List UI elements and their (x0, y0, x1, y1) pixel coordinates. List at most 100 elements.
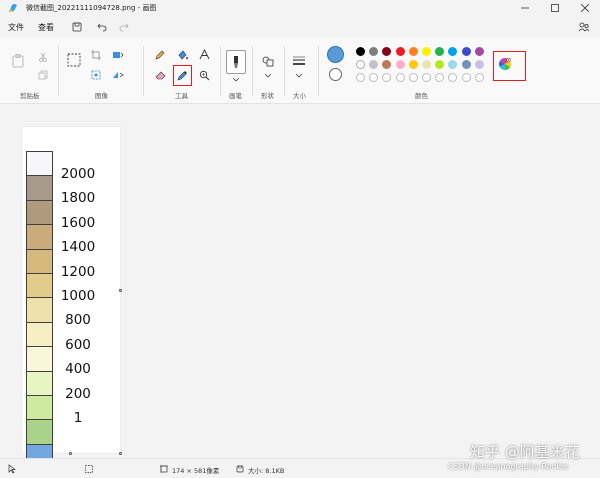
palette-swatch[interactable] (395, 47, 405, 56)
rotate-button[interactable] (111, 68, 125, 82)
palette-swatch[interactable] (408, 73, 418, 82)
brushes-button[interactable] (226, 50, 246, 74)
watermark-csdn: CSDN @oceanography-Rookie (448, 462, 569, 471)
palette-swatch[interactable] (395, 60, 405, 69)
legend-label: 1600 (60, 214, 96, 231)
crop-icon (91, 50, 101, 60)
divider (318, 46, 319, 96)
menu-view[interactable]: 查看 (38, 22, 54, 33)
eraser-tool[interactable] (153, 68, 167, 82)
palette-swatch[interactable] (382, 73, 392, 82)
paste-button[interactable] (10, 52, 26, 70)
palette-swatch[interactable] (408, 47, 418, 56)
divider (220, 46, 221, 96)
cut-button[interactable] (36, 50, 50, 64)
brushes-dropdown[interactable] (229, 76, 243, 84)
cursor-icon (8, 464, 16, 474)
ribbon: 剪贴板 图像 工具 画笔 形状 大小 颜色 (0, 38, 600, 104)
legend-label: 800 (65, 312, 91, 329)
fill-tool[interactable] (175, 48, 189, 62)
legend-cell (26, 248, 53, 273)
maximize-button[interactable] (540, 0, 570, 16)
divider (58, 46, 59, 96)
save-icon (72, 22, 82, 32)
secondary-color-swatch[interactable] (329, 68, 342, 81)
palette-swatch[interactable] (422, 60, 431, 69)
save-button[interactable] (70, 20, 84, 34)
select-button[interactable] (66, 52, 82, 68)
legend-cell (26, 297, 53, 322)
group-label-colors: 颜色 (415, 92, 428, 100)
image-ai-button[interactable] (89, 68, 103, 82)
pencil-tool[interactable] (153, 48, 167, 62)
workspace: 2000 1800 1600 1400 1200 1000 800 600 400 200 1 (0, 104, 600, 469)
palette-swatch[interactable] (448, 73, 458, 82)
size-button[interactable] (292, 54, 306, 68)
palette-swatch[interactable] (356, 60, 365, 69)
copy-icon (38, 70, 48, 80)
group-label-shapes: 形状 (261, 92, 274, 100)
clipboard-icon (12, 54, 24, 68)
close-button[interactable] (570, 0, 600, 16)
window-title: 微信截图_20221111094728.png - 画图 (26, 4, 157, 12)
line-weight-icon (293, 56, 305, 65)
palette-swatch[interactable] (474, 47, 484, 56)
chevron-down-icon (296, 74, 302, 78)
paint-bucket-icon (178, 50, 188, 60)
drawing-canvas[interactable]: 2000 1800 1600 1400 1200 1000 800 600 400 200 1 (22, 127, 120, 469)
legend-label: 1 (73, 410, 83, 426)
color-picker-highlight (173, 65, 192, 86)
palette-swatch[interactable] (448, 47, 458, 56)
palette-swatch[interactable] (382, 60, 392, 69)
undo-button[interactable] (95, 20, 109, 34)
palette-swatch[interactable] (356, 47, 365, 56)
resize-button[interactable] (111, 48, 125, 62)
primary-color-swatch[interactable] (327, 46, 344, 63)
canvas-resize-handle-bottom[interactable] (69, 452, 72, 455)
canvas-resize-handle-corner[interactable] (119, 452, 122, 455)
palette-swatch[interactable] (369, 60, 379, 69)
palette-swatch[interactable] (435, 60, 445, 69)
legend-label: 1400 (60, 239, 96, 256)
palette-swatch[interactable] (474, 60, 484, 69)
copy-button[interactable] (36, 68, 50, 82)
group-label-image: 图像 (95, 92, 108, 100)
size-dropdown[interactable] (292, 72, 306, 80)
minimize-button[interactable] (510, 0, 540, 16)
canvas-size-icon (160, 465, 168, 473)
palette-swatch[interactable] (461, 47, 471, 56)
legend-cell (26, 346, 53, 371)
text-icon (199, 48, 209, 59)
palette-swatch[interactable] (461, 60, 471, 69)
legend-cell (26, 321, 53, 347)
canvas-resize-handle-right[interactable] (119, 289, 122, 292)
palette-swatch[interactable] (382, 47, 392, 56)
legend-cell (26, 394, 53, 420)
legend-label: 400 (65, 361, 91, 378)
text-tool[interactable] (197, 47, 211, 61)
eraser-icon (155, 71, 165, 80)
crop-button[interactable] (89, 48, 103, 62)
palette-swatch[interactable] (369, 47, 379, 56)
palette-swatch[interactable] (408, 60, 418, 69)
pencil-icon (155, 50, 165, 60)
palette-swatch[interactable] (474, 73, 484, 82)
shapes-dropdown[interactable] (261, 72, 275, 80)
palette-swatch[interactable] (369, 73, 379, 82)
shapes-button[interactable] (261, 54, 275, 68)
divider (143, 46, 144, 96)
redo-button[interactable] (117, 20, 131, 34)
palette-swatch[interactable] (422, 73, 431, 82)
palette-swatch[interactable] (448, 60, 458, 69)
palette-swatch[interactable] (356, 73, 365, 82)
legend-cell (26, 272, 53, 298)
maximize-icon (551, 4, 559, 12)
palette-swatch[interactable] (461, 73, 471, 82)
menu-file[interactable]: 文件 (8, 22, 24, 33)
palette-swatch[interactable] (435, 73, 445, 82)
account-button[interactable] (577, 20, 591, 34)
magnifier-tool[interactable] (197, 68, 211, 82)
palette-swatch[interactable] (435, 47, 445, 56)
palette-swatch[interactable] (422, 47, 431, 56)
palette-swatch[interactable] (395, 73, 405, 82)
